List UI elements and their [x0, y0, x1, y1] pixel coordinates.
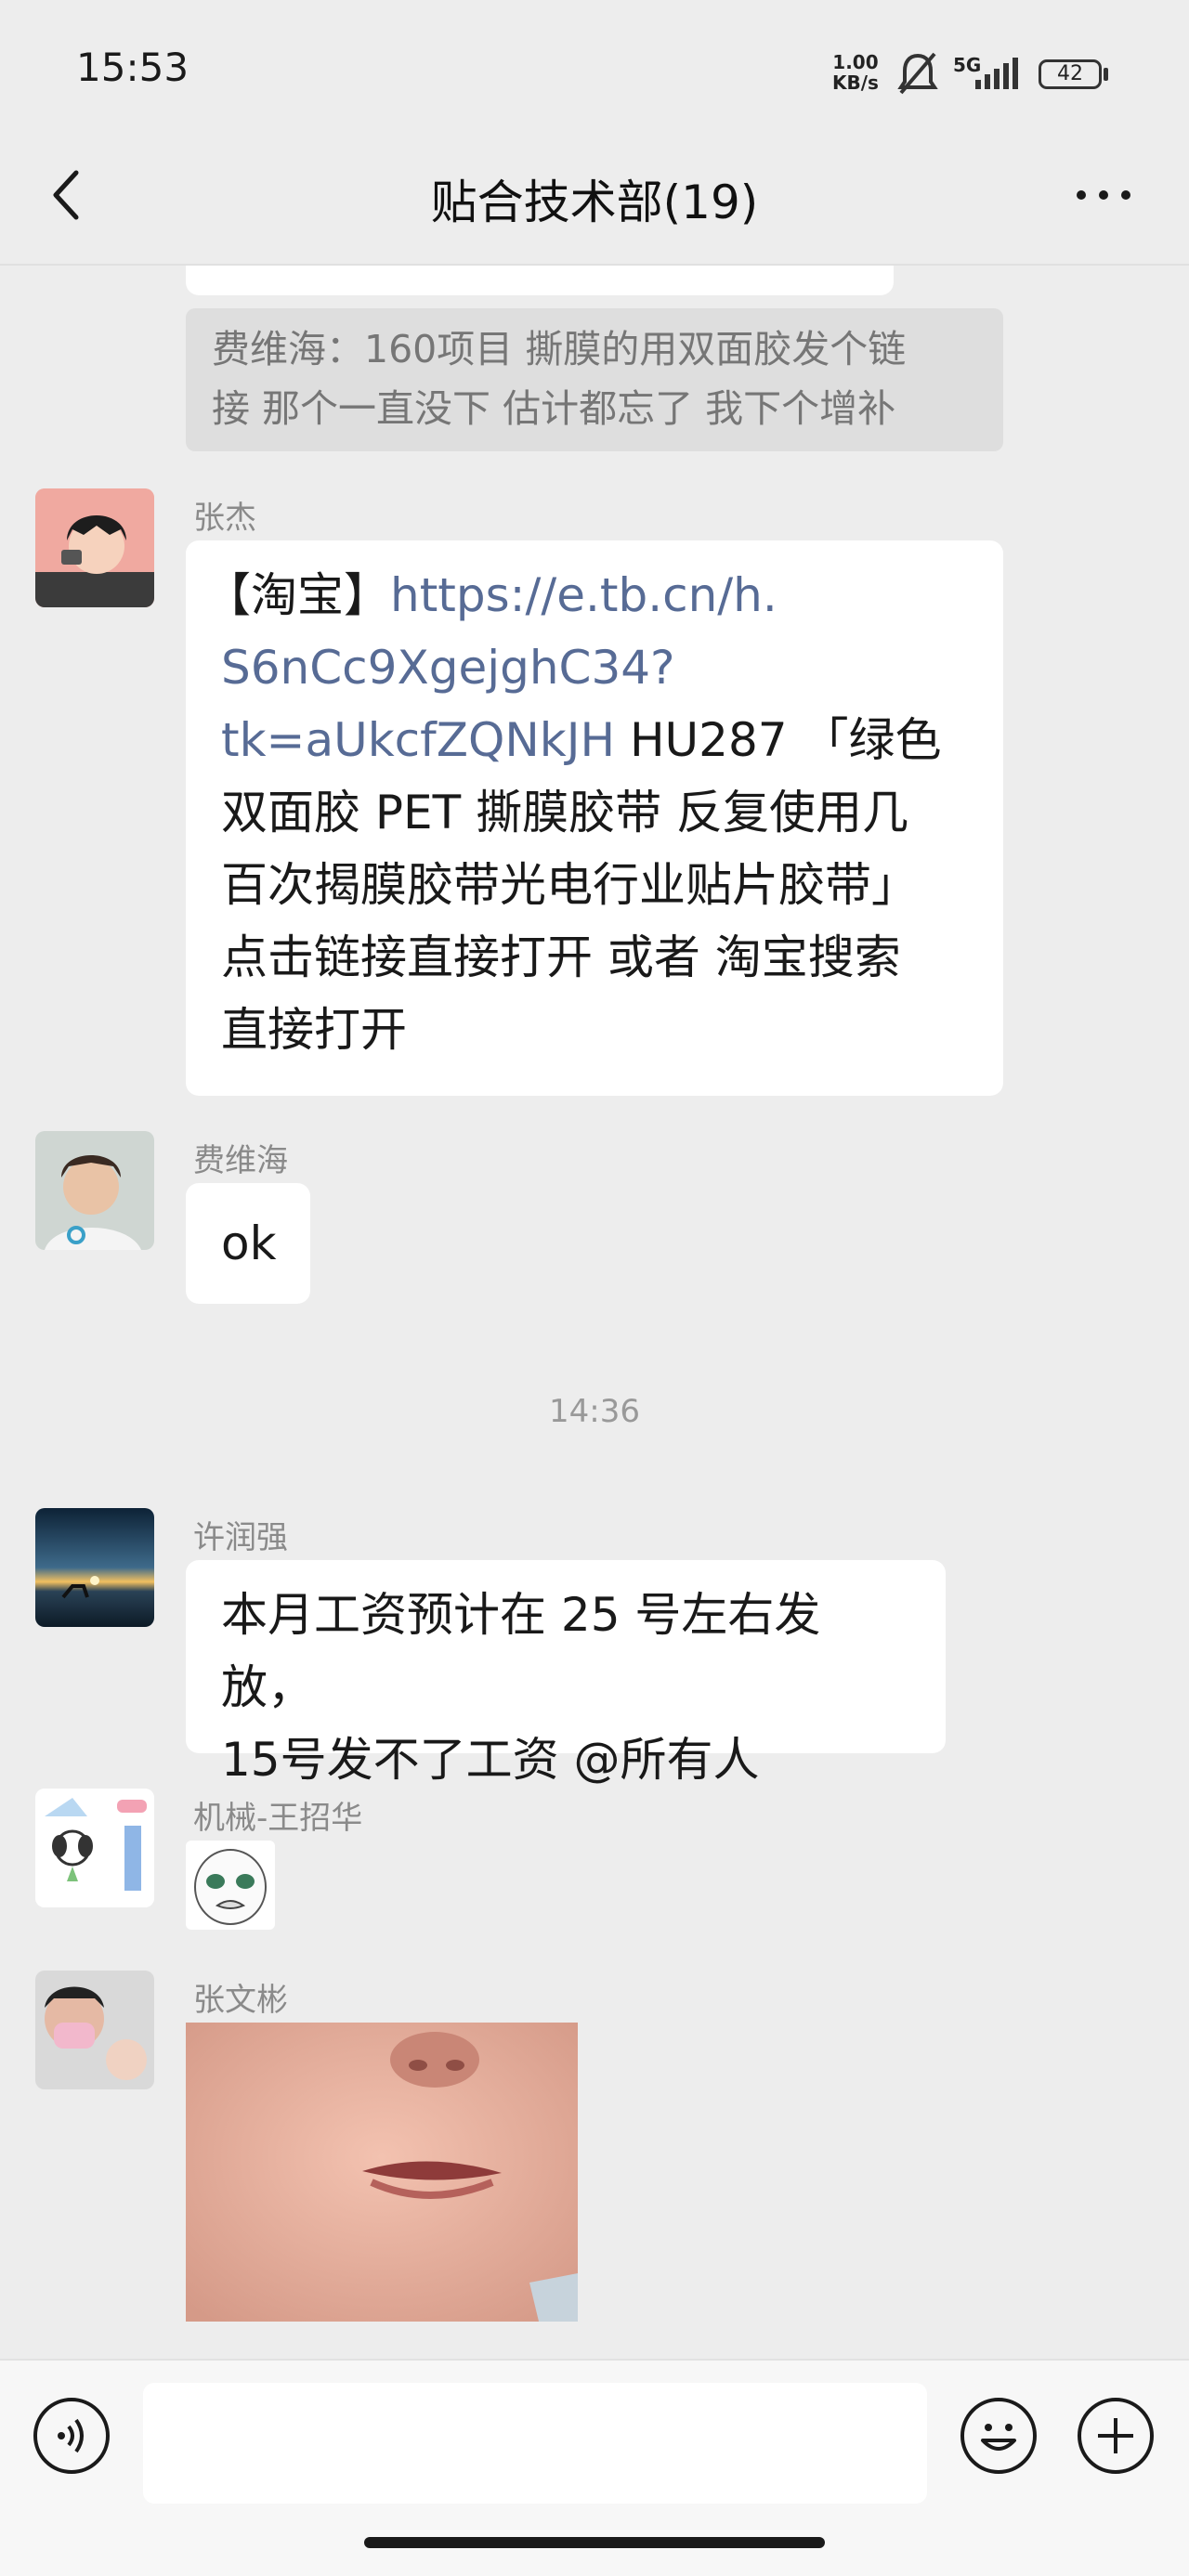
- avatar[interactable]: [35, 1971, 154, 2089]
- quoted-message[interactable]: 费维海：160项目 撕膜的用双面胶发个链 接 那个一直没下 估计都忘了 我下个增…: [186, 308, 1003, 451]
- message-text: ok: [221, 1216, 277, 1270]
- net-speed-value: 1.00: [832, 51, 879, 73]
- message-input[interactable]: [143, 2383, 927, 2504]
- taobao-link[interactable]: https://e.tb.cn/h.: [390, 568, 777, 622]
- voice-icon: [58, 2418, 84, 2453]
- avatar[interactable]: [35, 488, 154, 607]
- battery-icon: 42: [1039, 59, 1102, 89]
- message-line: 点击链接直接打开 或者 淘宝搜索: [221, 930, 901, 984]
- message-line: 15号发不了工资 @所有人: [221, 1733, 760, 1787]
- avatar[interactable]: [35, 1508, 154, 1627]
- emoji-button[interactable]: [960, 2398, 1037, 2474]
- message-bubble[interactable]: 【淘宝】https://e.tb.cn/h. S6nCc9XgejghC34? …: [186, 540, 1003, 1096]
- net-speed: 1.00 KB/s: [832, 52, 879, 93]
- quote-line-1: 费维海：160项目 撕膜的用双面胶发个链: [212, 327, 907, 371]
- message-line: 本月工资预计在 25 号左右发放，: [221, 1588, 821, 1714]
- message-bubble[interactable]: ok: [186, 1183, 310, 1304]
- avatar[interactable]: [35, 1131, 154, 1250]
- plus-icon: [1098, 2418, 1133, 2453]
- sender-name: 费维海: [193, 1142, 288, 1179]
- taobao-link-line-2[interactable]: S6nCc9XgejghC34?: [221, 631, 968, 704]
- voice-button[interactable]: [33, 2398, 110, 2474]
- status-time: 15:53: [76, 45, 189, 90]
- message-line: 直接打开: [221, 1003, 407, 1057]
- battery-tip: [1104, 68, 1108, 81]
- sticker-image[interactable]: [186, 1841, 275, 1930]
- message-line: 百次揭膜胶带光电行业贴片胶带」: [221, 858, 918, 912]
- mute-bell-icon: [897, 52, 938, 95]
- photo-image[interactable]: [186, 2023, 578, 2322]
- battery-level: 42: [1057, 62, 1083, 85]
- sender-name: 许润强: [193, 1519, 288, 1556]
- sender-name: 张杰: [193, 500, 256, 537]
- home-indicator[interactable]: [364, 2537, 825, 2548]
- quote-line-2: 接 那个一直没下 估计都忘了 我下个增补: [212, 386, 896, 431]
- signal-icon: [975, 58, 1018, 89]
- add-button[interactable]: [1078, 2398, 1154, 2474]
- taobao-link-line-3[interactable]: tk=aUkcfZQNkJH: [221, 713, 615, 767]
- taobao-prefix: 【淘宝】: [204, 568, 390, 622]
- sender-name: 张文彬: [193, 1982, 288, 2019]
- net-speed-unit: KB/s: [832, 72, 879, 94]
- sender-name: 机械-王招华: [193, 1800, 363, 1837]
- avatar[interactable]: [35, 1789, 154, 1907]
- emoji-icon: [981, 2424, 1016, 2451]
- time-separator: 14:36: [549, 1393, 640, 1430]
- message-bubble[interactable]: 本月工资预计在 25 号左右发放， 15号发不了工资 @所有人: [186, 1560, 946, 1787]
- more-dots-icon[interactable]: [1074, 184, 1133, 206]
- previous-message-bubble[interactable]: [186, 266, 894, 295]
- product-code: HU287 「绿色: [615, 713, 942, 767]
- message-line: 双面胶 PET 撕膜胶带 反复使用几: [221, 786, 908, 839]
- chat-title: 贴合技术部(19): [430, 176, 759, 229]
